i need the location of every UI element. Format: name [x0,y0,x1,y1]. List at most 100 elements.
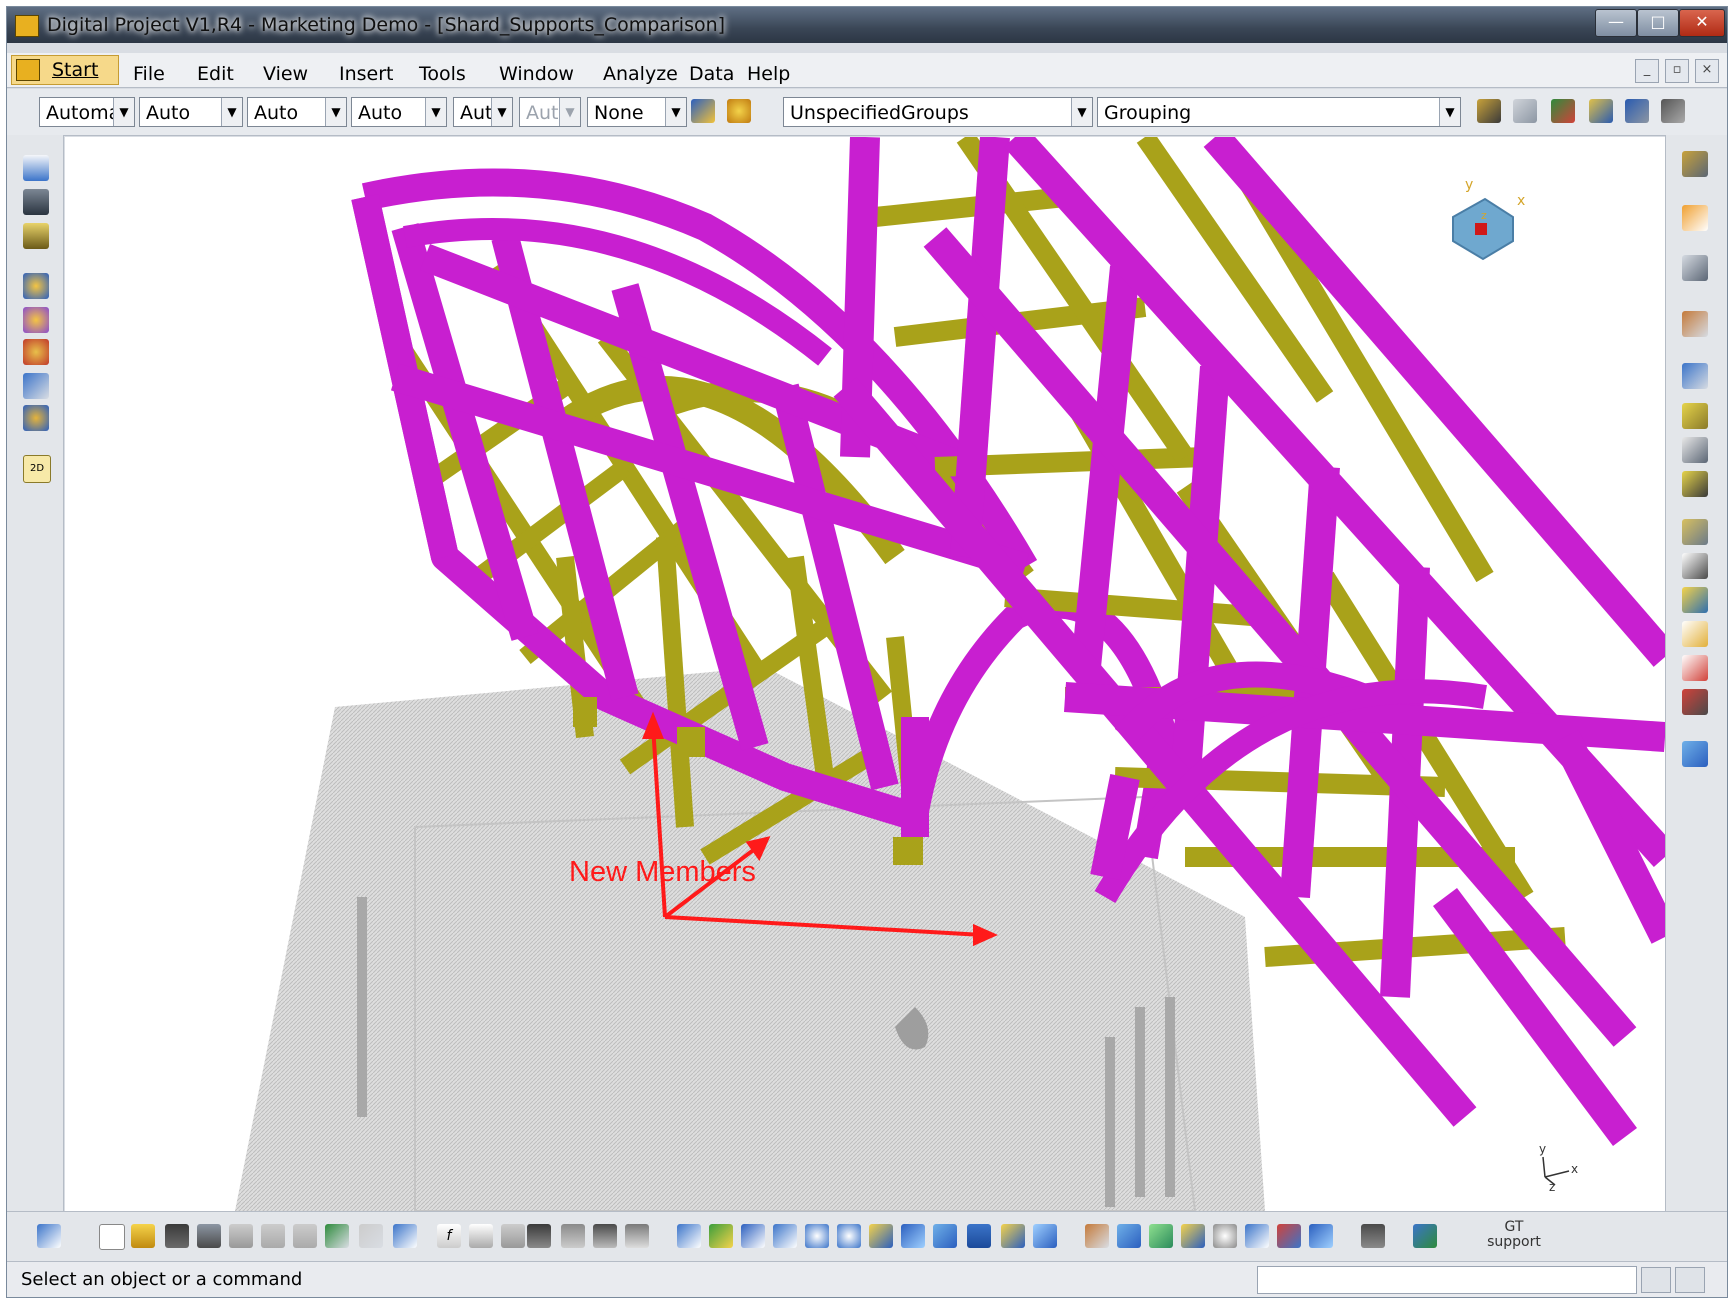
grouping-combo[interactable]: Grouping ▼ [1097,97,1461,127]
select-bracket-icon[interactable] [1682,311,1708,337]
table-icon[interactable] [527,1224,551,1248]
menu-view[interactable]: View [263,63,308,85]
copy-icon[interactable] [261,1224,285,1248]
tree-diagram-icon[interactable] [561,1224,585,1248]
zoom-in-icon[interactable] [805,1224,829,1248]
group-table-icon[interactable] [1551,99,1575,123]
command-input[interactable] [1257,1266,1637,1294]
2d-icon[interactable]: 2D [23,455,51,483]
scene-icon[interactable] [1245,1224,1269,1248]
help-pointer-icon[interactable] [37,1224,61,1248]
cube-green-icon[interactable] [1149,1224,1173,1248]
grid-icon[interactable] [1477,99,1501,123]
group-list-icon[interactable] [1513,99,1537,123]
beam-icon[interactable] [1682,471,1708,497]
save-icon[interactable] [165,1224,189,1248]
line-type-combo[interactable]: Aut ▼ [453,97,513,127]
swap-visible-icon[interactable] [1033,1224,1057,1248]
menu-insert[interactable]: Insert [339,63,394,85]
knowledge-icon[interactable] [23,405,49,431]
title-bar[interactable]: Digital Project V1,R4 - Marketing Demo -… [7,7,1727,43]
close-button[interactable]: ✕ [1679,9,1725,37]
menu-help[interactable]: Help [747,63,790,85]
formula-icon[interactable]: f [437,1224,461,1248]
maximize-button[interactable]: □ [1637,9,1679,37]
start-menu-button[interactable]: Start [11,55,119,85]
paste-icon[interactable] [293,1224,317,1248]
open-folder-icon[interactable] [131,1224,155,1248]
measure-icon[interactable] [23,155,49,181]
comment-icon[interactable] [469,1224,493,1248]
menu-tools[interactable]: Tools [419,63,466,85]
filter-icon[interactable] [1625,99,1649,123]
cube-icon[interactable] [1117,1224,1141,1248]
apply-material-icon[interactable] [727,99,751,123]
line-color-combo[interactable]: Auto ▼ [247,97,347,127]
groups-combo[interactable]: UnspecifiedGroups ▼ [783,97,1093,127]
knowledge-inspector-icon[interactable] [501,1224,525,1248]
rendering-style-combo[interactable]: None ▼ [587,97,687,127]
undo-icon[interactable] [325,1224,349,1248]
line-weight-combo[interactable]: Auto ▼ [351,97,447,127]
iso-view-icon[interactable] [933,1224,957,1248]
menu-edit[interactable]: Edit [197,63,234,85]
minimize-button[interactable]: — [1595,9,1637,37]
sun-icon[interactable] [1213,1224,1237,1248]
report-icon[interactable] [1682,655,1708,681]
assembly-icon[interactable] [23,273,49,299]
zoom-out-icon[interactable] [837,1224,861,1248]
export-icon[interactable] [1682,587,1708,613]
pipe-icon[interactable] [1682,363,1708,389]
menu-analyze[interactable]: Analyze [603,63,678,85]
normal-view-icon[interactable] [869,1224,893,1248]
tag-icon[interactable] [1589,99,1613,123]
menu-window[interactable]: Window [499,63,574,85]
command-history-button[interactable] [1641,1267,1671,1293]
hide-show-icon[interactable] [1001,1224,1025,1248]
battery-icon[interactable] [23,223,49,249]
command-options-button[interactable] [1675,1267,1705,1293]
print-icon[interactable] [197,1224,221,1248]
gt-support-label[interactable]: GT support [1485,1220,1543,1250]
menu-data[interactable]: Data [689,63,734,85]
parameters-icon[interactable] [625,1224,649,1248]
mdi-close-button[interactable]: × [1695,59,1719,83]
camera-icon[interactable] [1361,1224,1385,1248]
workbench-icon[interactable] [1413,1224,1437,1248]
multi-view-icon[interactable] [901,1224,925,1248]
column-icon[interactable] [1682,437,1708,463]
cut-icon[interactable] [229,1224,253,1248]
new-document-icon[interactable] [99,1224,125,1250]
menu-file[interactable]: File [133,63,165,85]
compass-widget[interactable]: y x z [1452,177,1525,261]
light-icon[interactable] [1181,1224,1205,1248]
catalog-icon[interactable] [1682,151,1708,177]
tree-icon[interactable] [1682,519,1708,545]
fill-color-combo[interactable]: Auto ▼ [139,97,243,127]
3d-viewport[interactable]: y x z y x z New Members [65,137,1665,1211]
document-icon[interactable] [1682,553,1708,579]
shading-icon[interactable] [967,1224,991,1248]
eraser-icon[interactable] [1682,741,1708,767]
cube-move-icon[interactable] [23,373,49,399]
layers-icon[interactable] [1309,1224,1333,1248]
wheel-icon[interactable] [23,339,49,365]
layer-combo[interactable]: Automa ▼ [39,97,135,127]
mdi-restore-button[interactable]: ▫ [1665,59,1689,83]
fly-mode-icon[interactable] [677,1224,701,1248]
painter-icon[interactable] [691,99,715,123]
whats-this-icon[interactable] [393,1224,417,1248]
redo-icon[interactable] [359,1224,383,1248]
stack-icon[interactable] [1661,99,1685,123]
link-icon[interactable] [1682,689,1708,715]
material-icon[interactable] [1085,1224,1109,1248]
fit-all-icon[interactable] [709,1224,733,1248]
section-icon[interactable] [1277,1224,1301,1248]
select-trap-icon[interactable] [1682,255,1708,281]
pan-icon[interactable] [741,1224,765,1248]
tools-icon[interactable] [23,307,49,333]
import-icon[interactable] [1682,621,1708,647]
plate-icon[interactable] [1682,403,1708,429]
select-icon[interactable] [1682,205,1708,231]
rotate-icon[interactable] [773,1224,797,1248]
